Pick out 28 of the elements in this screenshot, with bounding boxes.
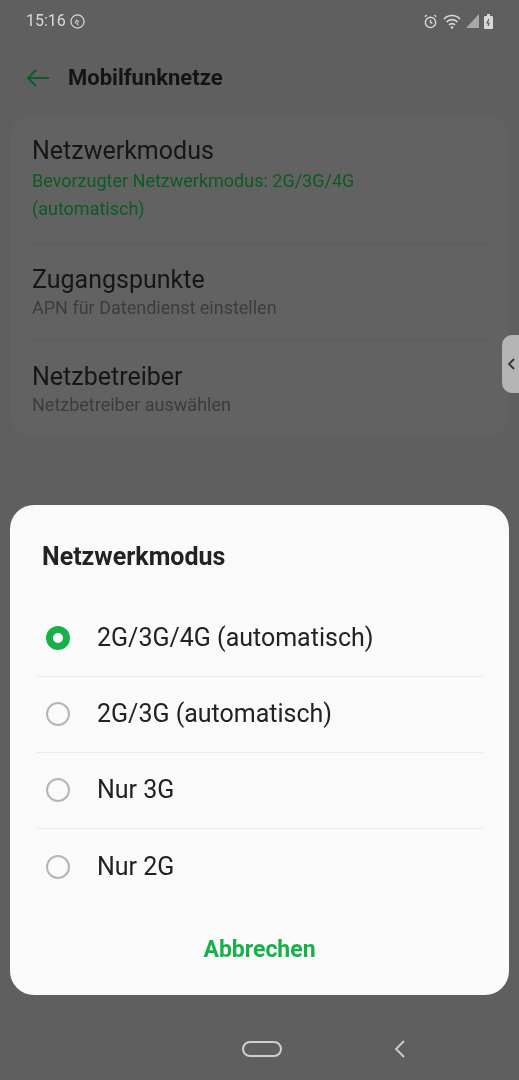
setting-title: Zugangspunkte [32,264,206,296]
page-title: Mobilfunknetze [68,64,223,92]
radio-button[interactable] [46,778,70,802]
status-time: 15:16 [26,10,66,32]
back-nav-icon[interactable] [394,1040,406,1058]
option-label: 2G/3G/4G (automatisch) [97,622,374,655]
setting-summary: Bevorzugter Netzwerkmodus: 2G/3G/4G (automatisch) [32,169,356,221]
setting-title: Netzbetreiber [32,361,184,393]
alarm-clock-icon [423,13,438,29]
battery-charging-icon [484,13,493,29]
radio-option[interactable]: 2G/3G (automatisch) [36,676,483,753]
radio-option[interactable]: 2G/3G/4G (automatisch) [36,600,483,677]
walking-figure-icon [69,13,85,29]
option-label: Nur 3G [97,774,175,807]
radio-option[interactable]: Nur 2G [36,828,483,905]
radio-button[interactable] [46,854,70,879]
option-label: 2G/3G (automatisch) [97,698,333,731]
setting-title: Netzwerkmodus [32,135,215,167]
radio-option[interactable]: Nur 3G [36,752,483,829]
radio-button[interactable] [46,626,70,650]
option-label: Nur 2G [97,850,175,883]
signal-icon [466,14,479,28]
wifi-icon [443,13,461,29]
home-pill-icon[interactable] [242,1041,282,1057]
dialog-title: Netzwerkmodus [42,541,227,573]
radio-button[interactable] [46,702,70,726]
edge-panel-handle[interactable] [502,335,519,393]
chevron-left-icon [506,358,515,370]
